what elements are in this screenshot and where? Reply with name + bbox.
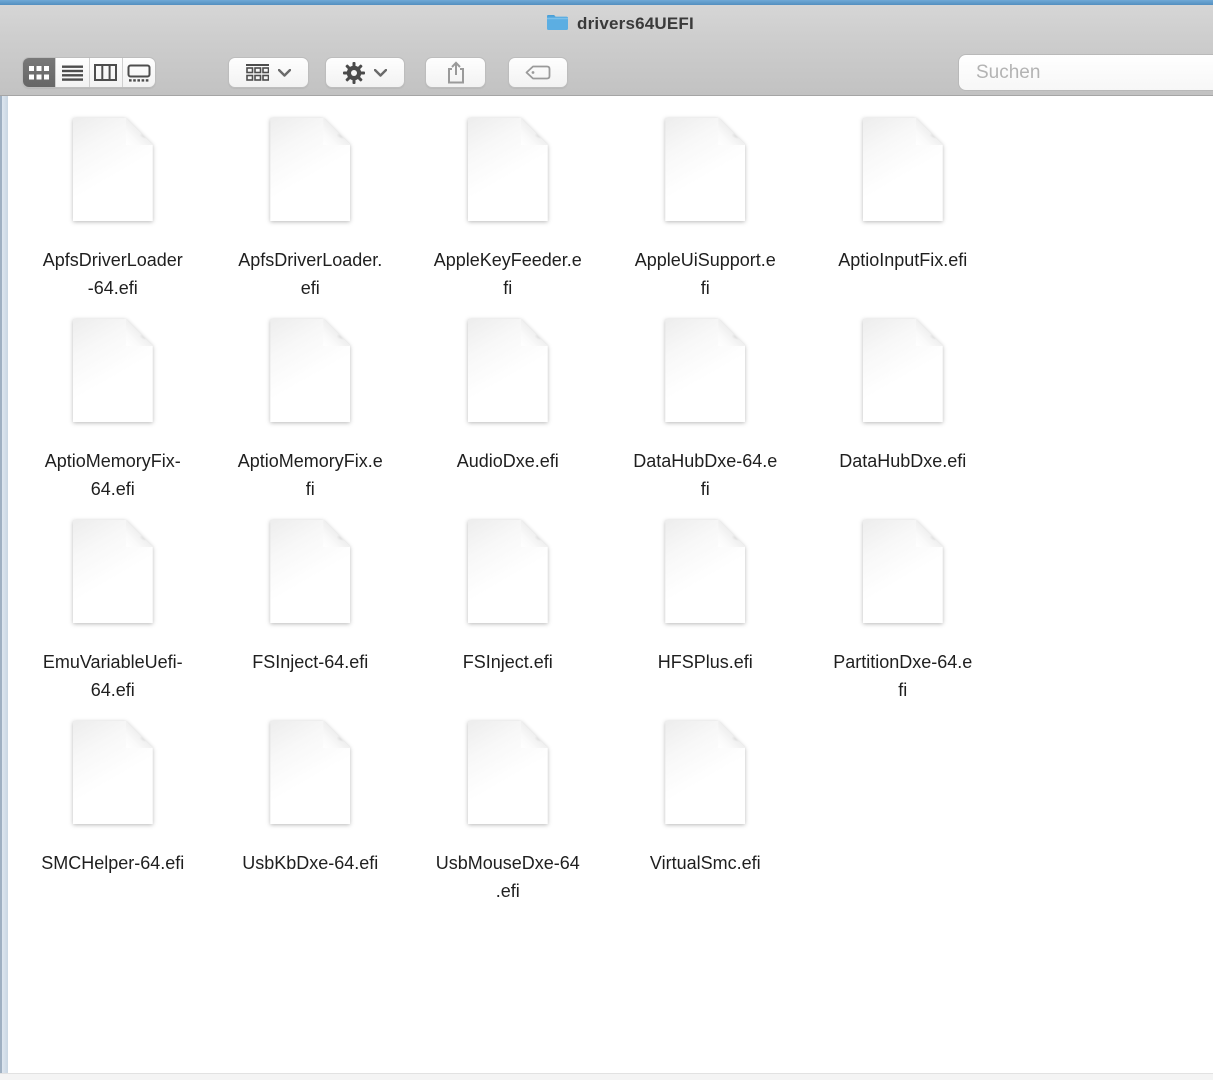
- file-label: AppleKeyFeeder.e fi: [433, 250, 582, 298]
- file-item[interactable]: AptioMemoryFix.e fi: [212, 297, 410, 499]
- view-mode-segmented-control: [22, 57, 156, 88]
- share-button[interactable]: [425, 57, 486, 88]
- list-view-icon: [61, 65, 83, 81]
- document-icon: [665, 319, 746, 422]
- search-field[interactable]: [958, 54, 1213, 91]
- arrange-button[interactable]: [228, 57, 309, 88]
- document-icon: [665, 520, 746, 623]
- file-label: HFSPlus.efi: [657, 652, 753, 672]
- column-view-button[interactable]: [89, 58, 123, 87]
- file-item[interactable]: FSInject-64.efi: [212, 498, 410, 699]
- tags-button[interactable]: [508, 57, 568, 88]
- gallery-view-button[interactable]: [122, 58, 155, 87]
- file-label: DataHubDxe.efi: [839, 451, 967, 471]
- file-label: PartitionDxe-64.e fi: [833, 652, 973, 700]
- file-label: EmuVariableUefi- 64.efi: [42, 652, 183, 700]
- folder-icon: [546, 12, 569, 36]
- icon-view-button[interactable]: [23, 58, 57, 87]
- share-icon: [447, 61, 464, 84]
- file-item[interactable]: SMCHelper-64.efi: [14, 699, 212, 900]
- window-title: drivers64UEFI: [577, 14, 694, 33]
- file-label: VirtualSmc.efi: [649, 853, 761, 873]
- file-item[interactable]: AptioInputFix.efi: [804, 96, 1002, 297]
- gallery-view-icon: [127, 64, 151, 82]
- document-icon: [467, 319, 548, 422]
- document-icon: [467, 118, 548, 221]
- file-label: DataHubDxe-64.e fi: [633, 451, 778, 499]
- file-item[interactable]: VirtualSmc.efi: [607, 699, 805, 900]
- gear-icon: [343, 61, 365, 84]
- file-item[interactable]: FSInject.efi: [409, 498, 607, 699]
- document-icon: [665, 721, 746, 824]
- file-item[interactable]: UsbKbDxe-64.efi: [212, 699, 410, 900]
- document-icon: [270, 319, 351, 422]
- chevron-down-icon: [278, 68, 291, 77]
- file-label: AppleUiSupport.e fi: [634, 250, 776, 298]
- window-bottom-edge: [0, 1073, 1213, 1080]
- list-view-button[interactable]: [56, 58, 90, 87]
- grid-view-icon: [29, 65, 50, 79]
- arrange-icon: [246, 64, 269, 81]
- search-input[interactable]: [976, 61, 1213, 84]
- document-icon: [72, 118, 153, 221]
- title-bar[interactable]: drivers64UEFI: [0, 5, 1213, 96]
- file-label: FSInject-64.efi: [252, 652, 369, 672]
- file-grid: ApfsDriverLoader -64.efi ApfsDriverLoader…: [0, 96, 1213, 901]
- desktop-left-sliver: [0, 96, 8, 1073]
- column-view-icon: [94, 64, 118, 81]
- document-icon: [862, 118, 943, 221]
- file-label: ApfsDriverLoader. efi: [238, 250, 383, 298]
- document-icon: [270, 520, 351, 623]
- file-item[interactable]: AppleKeyFeeder.e fi: [409, 96, 607, 298]
- file-item[interactable]: DataHubDxe.efi: [804, 297, 1002, 498]
- file-label: UsbMouseDxe-64 .efi: [435, 853, 580, 901]
- file-item[interactable]: HFSPlus.efi: [607, 498, 805, 699]
- document-icon: [270, 721, 351, 824]
- chevron-down-icon: [374, 68, 387, 77]
- file-item[interactable]: AptioMemoryFix- 64.efi: [14, 297, 212, 499]
- document-icon: [862, 319, 943, 422]
- document-icon: [72, 721, 153, 824]
- window-title-group: drivers64UEFI: [546, 12, 694, 36]
- file-item[interactable]: ApfsDriverLoader -64.efi: [14, 96, 212, 298]
- document-icon: [270, 118, 351, 221]
- document-icon: [467, 520, 548, 623]
- document-icon: [72, 520, 153, 623]
- document-icon: [665, 118, 746, 221]
- document-icon: [467, 721, 548, 824]
- finder-content-area[interactable]: ApfsDriverLoader -64.efi ApfsDriverLoader…: [0, 96, 1213, 1080]
- file-label: AptioMemoryFix- 64.efi: [44, 451, 181, 499]
- document-icon: [862, 520, 943, 623]
- tag-icon: [525, 65, 551, 80]
- file-label: UsbKbDxe-64.efi: [242, 853, 379, 873]
- file-item[interactable]: ApfsDriverLoader. efi: [212, 96, 410, 298]
- file-label: AptioInputFix.efi: [838, 250, 968, 270]
- document-icon: [72, 319, 153, 422]
- file-label: SMCHelper-64.efi: [41, 853, 185, 873]
- file-item[interactable]: DataHubDxe-64.e fi: [607, 297, 805, 499]
- file-item[interactable]: PartitionDxe-64.e fi: [804, 498, 1002, 700]
- action-button[interactable]: [325, 57, 405, 88]
- file-item[interactable]: AudioDxe.efi: [409, 297, 607, 498]
- file-item[interactable]: AppleUiSupport.e fi: [607, 96, 805, 298]
- file-label: FSInject.efi: [462, 652, 553, 672]
- file-label: AptioMemoryFix.e fi: [237, 451, 383, 499]
- file-item[interactable]: UsbMouseDxe-64 .efi: [409, 699, 607, 901]
- file-label: AudioDxe.efi: [456, 451, 559, 471]
- file-item[interactable]: EmuVariableUefi- 64.efi: [14, 498, 212, 700]
- file-label: ApfsDriverLoader -64.efi: [42, 250, 183, 298]
